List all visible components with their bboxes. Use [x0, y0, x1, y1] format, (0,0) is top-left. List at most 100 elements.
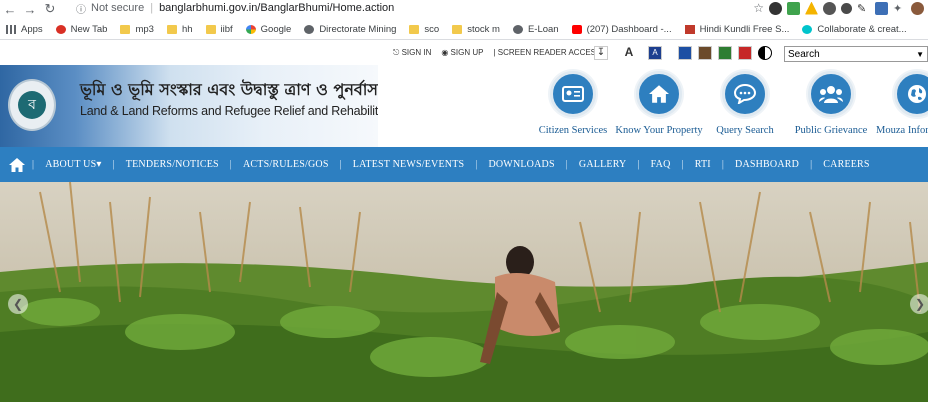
service-label[interactable]: Public Grievance — [795, 125, 868, 136]
menu-item-label: ABOUT US — [45, 159, 97, 170]
forward-icon[interactable]: → — [20, 0, 40, 18]
bookmark-item[interactable]: sco — [409, 24, 439, 35]
menu-item-downloads[interactable]: DOWNLOADS — [477, 159, 565, 170]
menu-item-label: CAREERS — [823, 159, 870, 170]
extension-gear-icon[interactable] — [823, 1, 836, 15]
service-know-your-property[interactable]: Know Your Property — [615, 71, 703, 136]
reload-icon[interactable]: ↻ — [40, 0, 60, 18]
globe-icon — [512, 25, 523, 34]
info-icon[interactable]: ⓘ — [76, 1, 86, 16]
bookmark-item[interactable]: Directorate Mining — [304, 24, 396, 35]
service-label[interactable]: Citizen Services — [539, 125, 608, 136]
sign-in-link[interactable]: ⎋ SIGN IN — [393, 48, 431, 58]
high-contrast-icon[interactable] — [758, 46, 772, 60]
menu-item-careers[interactable]: CAREERS — [812, 159, 880, 170]
service-label[interactable]: Query Search — [716, 125, 773, 136]
chevron-down-icon: ▼ — [916, 49, 924, 59]
search-select[interactable]: Search ▼ — [784, 46, 928, 62]
menu-item-about-us[interactable]: ABOUT US ▾ — [34, 159, 112, 170]
bookmark-item[interactable]: Collaborate & creat... — [802, 24, 907, 35]
bookmark-item[interactable]: stock m — [452, 24, 500, 35]
sign-up-link[interactable]: ◉ SIGN UP — [441, 48, 483, 58]
bookmark-item[interactable]: Apps — [6, 24, 43, 35]
font-size-icon[interactable]: A — [622, 46, 636, 60]
bookmark-label: Apps — [21, 24, 43, 35]
id-card-icon[interactable] — [550, 71, 596, 117]
state-emblem-logo[interactable]: ব — [8, 79, 56, 131]
extension-dark-icon[interactable] — [769, 1, 782, 15]
menu-item-acts-rules-gos[interactable]: ACTS/RULES/GOS — [232, 159, 340, 170]
globe-icon[interactable] — [894, 71, 928, 117]
bookmark-item[interactable]: mp3 — [120, 24, 154, 35]
people-icon[interactable] — [808, 71, 854, 117]
extension-circle-icon[interactable] — [841, 2, 852, 14]
service-query-search[interactable]: Query Search — [702, 71, 788, 136]
carousel-prev-button[interactable]: ❮ — [8, 294, 28, 314]
contrast-button[interactable]: A — [648, 46, 662, 60]
service-citizen-services[interactable]: Citizen Services — [530, 71, 616, 136]
back-icon[interactable]: ← — [0, 0, 20, 18]
chevron-down-icon: ▾ — [96, 159, 102, 170]
bookmark-item[interactable]: Google — [245, 24, 291, 35]
bookmark-item[interactable]: Hindi Kundli Free S... — [684, 24, 790, 35]
theme-brown-swatch[interactable] — [698, 46, 712, 60]
service-public-grievance[interactable]: Public Grievance — [788, 71, 874, 136]
folder-icon — [205, 25, 216, 34]
menu-item-label: FAQ — [650, 159, 671, 170]
profile-avatar-icon[interactable] — [911, 1, 924, 15]
bookmark-label: iibf — [220, 24, 233, 35]
bookmark-label: hh — [181, 24, 193, 35]
screen-reader-link[interactable]: | SCREEN READER ACCESS — [493, 48, 601, 58]
service-label[interactable]: Know Your Property — [615, 125, 702, 136]
extension-blue-icon[interactable] — [875, 1, 888, 15]
bookmark-label: E-Loan — [527, 24, 559, 35]
address-bar[interactable]: ⓘ Not secure | banglarbhumi.gov.in/Bangl… — [76, 0, 696, 16]
extension-green-icon[interactable] — [787, 1, 800, 15]
kundli-icon — [684, 25, 695, 34]
theme-blue-swatch[interactable] — [678, 46, 692, 60]
search-select-value: Search — [788, 48, 820, 60]
hero-carousel-image: ❮ ❯ — [0, 182, 928, 402]
bookmark-item[interactable]: New Tab — [55, 24, 108, 35]
apps-grid-icon — [6, 25, 16, 34]
menu-item-faq[interactable]: FAQ — [640, 159, 682, 170]
menu-item-rti[interactable]: RTI — [684, 159, 722, 170]
folder-icon — [166, 25, 177, 34]
url-text[interactable]: banglarbhumi.gov.in/BanglarBhumi/Home.ac… — [159, 2, 394, 14]
folder-icon — [120, 25, 131, 34]
home-icon[interactable] — [2, 157, 32, 172]
menu-item-latest-news-events[interactable]: LATEST NEWS/EVENTS — [342, 159, 475, 170]
folder-icon — [452, 25, 463, 34]
bookmark-item[interactable]: iibf — [205, 24, 233, 35]
bookmark-star-icon[interactable]: ☆ — [753, 1, 764, 15]
carousel-next-button[interactable]: ❯ — [910, 294, 928, 314]
pencil-icon[interactable]: ✎ — [857, 2, 870, 15]
menu-item-tenders-notices[interactable]: TENDERS/NOTICES — [115, 159, 230, 170]
menu-item-label: RTI — [694, 159, 711, 170]
download-icon[interactable]: ↧ — [594, 46, 608, 60]
bookmark-label: New Tab — [70, 24, 108, 35]
menu-item-label: DASHBOARD — [735, 159, 800, 170]
home-icon[interactable] — [636, 71, 682, 117]
bookmark-item[interactable]: (207) Dashboard -... — [571, 24, 672, 35]
chat-bubble-icon[interactable] — [722, 71, 768, 117]
farm-photo — [0, 182, 928, 402]
bookmark-item[interactable]: E-Loan — [512, 24, 559, 35]
menu-item-gallery[interactable]: GALLERY — [568, 159, 638, 170]
extension-tray: ☆ ✎ ✦ — [753, 1, 924, 15]
service-label[interactable]: Mouza Information — [876, 125, 928, 136]
extension-drive-icon[interactable] — [805, 1, 818, 15]
site-header: ব ভূমি ও ভূমি সংস্কার এবং উদ্বাস্তু ত্রা… — [0, 65, 928, 147]
bookmark-label: Hindi Kundli Free S... — [699, 24, 790, 35]
screen-reader-label: SCREEN READER ACCESS — [497, 48, 602, 57]
bookmark-label: sco — [424, 24, 440, 35]
menu-item-dashboard[interactable]: DASHBOARD — [724, 159, 810, 170]
youtube-icon — [571, 25, 582, 34]
bookmark-label: (207) Dashboard -... — [586, 24, 672, 35]
bookmark-item[interactable]: hh — [166, 24, 193, 35]
extensions-puzzle-icon[interactable]: ✦ — [893, 2, 906, 15]
theme-green-swatch[interactable] — [718, 46, 732, 60]
theme-red-swatch[interactable] — [738, 46, 752, 60]
folder-icon — [409, 25, 420, 34]
service-mouza-information[interactable]: Mouza Information — [874, 71, 928, 136]
